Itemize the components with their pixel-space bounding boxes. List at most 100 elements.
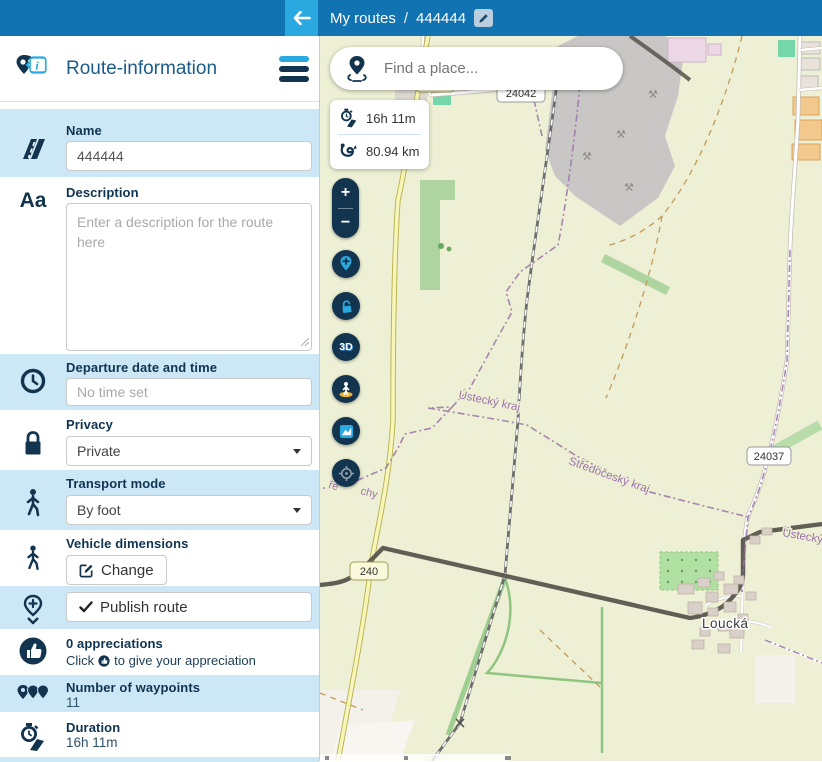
publish-route-button[interactable]: Publish route — [66, 592, 312, 622]
duration-row: Duration 16h 11m — [0, 712, 319, 757]
hint-prefix: Click — [66, 653, 94, 668]
mine-symbol: ⚒ — [648, 89, 658, 101]
industrial-building — [668, 38, 706, 62]
next-row-sliver — [0, 757, 319, 762]
zoom-control: + − — [332, 178, 359, 238]
route-planner-app: My routes / 444444 i Route — [0, 0, 822, 761]
map-attribution-partial — [320, 754, 510, 761]
description-textarea[interactable] — [66, 203, 312, 351]
departure-row: Departure date and time — [0, 354, 319, 410]
mine-symbol: ⚒ — [582, 151, 592, 163]
menu-bar-bot — [279, 76, 309, 82]
duration-label: Duration — [66, 720, 312, 735]
attribution-fragment — [325, 756, 329, 760]
industrial-building — [708, 44, 721, 55]
svg-text:24037: 24037 — [754, 451, 785, 463]
chevron-down-icon — [293, 508, 301, 513]
privacy-label: Privacy — [66, 417, 312, 432]
waypoints-row: Number of waypoints 11 — [0, 675, 319, 712]
appreciation-mini-icon — [98, 655, 110, 667]
waypoints-label: Number of waypoints — [66, 680, 312, 695]
departure-input[interactable] — [66, 378, 312, 406]
zoom-out-button[interactable]: − — [332, 209, 359, 239]
edit-route-name-button[interactable] — [474, 9, 493, 27]
panel-title: Route-information — [66, 58, 279, 80]
clock-icon — [20, 368, 46, 394]
publish-pin-icon — [21, 594, 45, 626]
arrow-left-icon — [293, 11, 311, 25]
locate-button[interactable] — [332, 459, 360, 487]
stat-distance: 80.94 km — [330, 135, 429, 167]
privacy-select[interactable]: Private — [66, 436, 312, 466]
menu-bar-mid — [279, 66, 309, 72]
crosshair-icon — [338, 465, 355, 482]
region-label-fragment: chy — [359, 485, 379, 501]
appreciations-hint: Click to give your appreciation — [66, 653, 312, 668]
transport-label: Transport mode — [66, 476, 312, 491]
description-label: Description — [66, 185, 312, 200]
attribution-fragment — [505, 756, 511, 760]
stat-duration: 16h 11m — [330, 102, 429, 134]
menu-button[interactable] — [279, 55, 309, 82]
pegman-icon — [338, 381, 354, 398]
pedestrian-icon — [24, 544, 42, 574]
map-search-box — [330, 47, 623, 90]
departure-label: Departure date and time — [66, 360, 312, 375]
chevron-down-icon — [293, 449, 301, 454]
forest-patch — [420, 180, 455, 290]
waypoints-value: 11 — [66, 695, 312, 710]
change-vehicle-button[interactable]: Change — [66, 555, 167, 585]
publish-route-label: Publish route — [100, 599, 188, 616]
duration-stat-value: 16h 11m — [366, 111, 416, 126]
change-vehicle-label: Change — [101, 562, 154, 579]
transport-value: By foot — [77, 502, 121, 518]
duration-icon — [18, 722, 48, 752]
edit-square-icon — [79, 563, 94, 578]
road-shield-24037: 24037 — [747, 447, 791, 465]
tree-row — [603, 258, 668, 291]
zoom-in-button[interactable]: + — [332, 178, 359, 208]
transport-select[interactable]: By foot — [66, 495, 312, 525]
back-button[interactable] — [285, 0, 318, 36]
3d-label: 3D — [339, 341, 352, 353]
village-label: Loucká — [702, 616, 749, 631]
duration-value: 16h 11m — [66, 735, 312, 750]
route-info-icon: i — [12, 53, 56, 85]
elevation-chart-icon — [339, 424, 354, 439]
top-bar: My routes / 444444 — [0, 0, 822, 36]
pencil-icon — [478, 13, 489, 24]
map-canvas[interactable]: ⚒ ⚒ ⚒ ⚒ ⚒ — [320, 36, 822, 761]
mine-symbol: ⚒ — [616, 129, 626, 141]
distance-stat-value: 80.94 km — [366, 144, 419, 159]
transport-row: Transport mode By foot — [0, 470, 319, 530]
name-row: Name — [0, 109, 319, 177]
region-label: Ústecký kraj — [457, 388, 521, 414]
search-place-icon — [344, 55, 370, 83]
mine-symbol: ⚒ — [624, 182, 634, 194]
railway-line — [432, 60, 560, 761]
appreciation-icon[interactable] — [18, 636, 48, 666]
sports-pitch — [778, 40, 795, 57]
road-shield-240: 240 — [350, 562, 388, 580]
search-input[interactable] — [382, 59, 609, 78]
route-polyline[interactable] — [320, 524, 822, 618]
lock-map-button[interactable] — [332, 292, 360, 320]
panel-header: i Route-information — [0, 36, 319, 102]
street-view-button[interactable] — [332, 375, 360, 403]
road-icon — [17, 137, 49, 161]
pedestrian-icon — [23, 488, 43, 520]
tree-symbol — [438, 243, 444, 249]
3d-view-button[interactable]: 3D — [332, 333, 360, 361]
village-buildings — [678, 528, 772, 653]
appreciations-row: 0 appreciations Click to give your appre… — [0, 629, 319, 675]
elevation-chart-button[interactable] — [332, 417, 360, 445]
name-input[interactable] — [66, 141, 312, 171]
add-waypoint-button[interactable] — [332, 250, 360, 278]
breadcrumb-my-routes[interactable]: My routes — [330, 10, 396, 27]
route-stats-card: 16h 11m 80.94 km — [330, 100, 429, 169]
tree-row — [775, 425, 820, 450]
region-label: Ústecký k — [781, 526, 822, 548]
name-label: Name — [66, 123, 312, 138]
breadcrumb: My routes / 444444 — [330, 0, 493, 36]
publish-row: Publish route — [0, 586, 319, 629]
